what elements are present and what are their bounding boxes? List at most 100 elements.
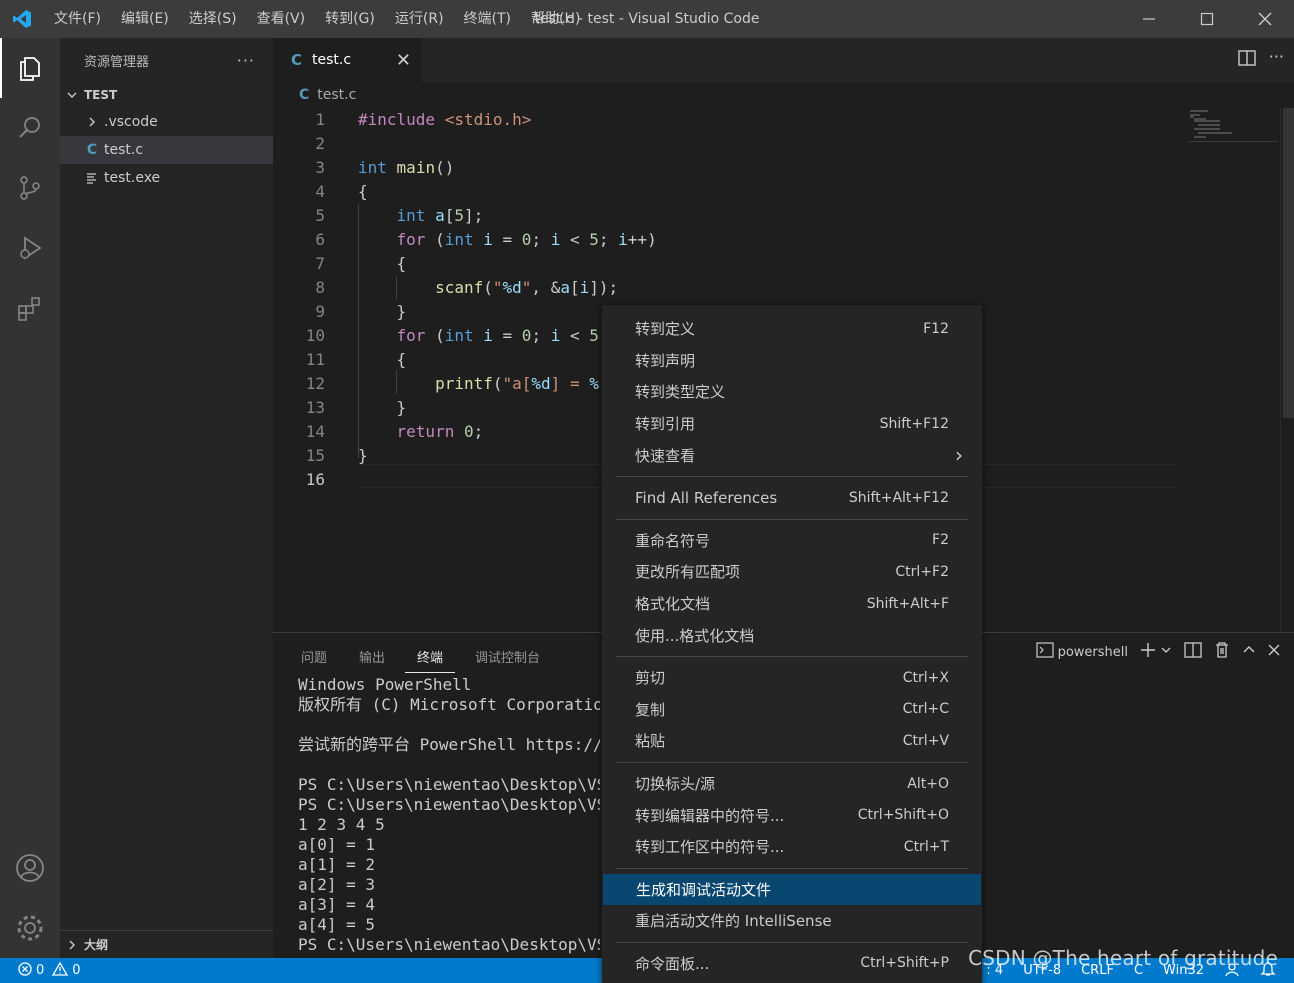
context-menu-item[interactable]: 剪切 Ctrl+X (602, 662, 982, 694)
tree-item-label: test.exe (104, 170, 161, 186)
context-menu-item[interactable]: 切换标头/源 Alt+O (602, 768, 982, 800)
line-number: 7 (315, 254, 325, 273)
menu-item[interactable]: 转到(G) (315, 0, 385, 38)
terminal-line: 1 2 3 4 5 (298, 815, 385, 834)
menu-item-shortcut: Ctrl+V (902, 732, 949, 749)
context-menu-item[interactable]: 重命名符号 F2 (602, 525, 982, 557)
chevron-down-icon[interactable] (1160, 644, 1172, 660)
terminal-line: a[3] = 4 (298, 895, 376, 914)
add-terminal-icon[interactable] (1140, 642, 1156, 662)
tree-item-vscode[interactable]: .vscode (60, 108, 273, 136)
close-tab-icon[interactable]: ✕ (396, 50, 411, 71)
context-menu-item[interactable]: 快速查看 › (602, 439, 982, 471)
menu-item[interactable]: 运行(R) (385, 0, 454, 38)
context-menu-item[interactable]: 转到引用 Shift+F12 (602, 408, 982, 440)
terminal-line: PS C:\Users\niewentao\Desktop\VScc (298, 775, 600, 794)
minimize-button[interactable] (1120, 0, 1178, 38)
menu-separator (616, 518, 968, 520)
scrollbar-thumb[interactable] (1283, 108, 1294, 418)
chevron-right-icon (82, 116, 102, 128)
chevron-up-icon[interactable] (1242, 643, 1256, 661)
tab-problems[interactable]: 问题 (289, 641, 339, 673)
close-window-button[interactable] (1236, 0, 1294, 38)
menu-item-label: 快速查看 (635, 446, 696, 465)
context-menu-item[interactable]: 复制 Ctrl+C (602, 694, 982, 726)
editor-actions: ··· (1237, 48, 1284, 72)
context-menu-item[interactable]: 转到定义 F12 (602, 313, 982, 345)
c-file-icon: C (291, 51, 303, 69)
split-editor-icon[interactable] (1237, 48, 1257, 72)
context-menu-item[interactable]: Find All References Shift+Alt+F12 (602, 482, 982, 514)
sidebar-header: 资源管理器 ··· (60, 38, 273, 82)
breadcrumb-file[interactable]: test.c (317, 87, 356, 103)
activity-bar (0, 38, 60, 958)
context-menu-item[interactable]: 转到编辑器中的符号... Ctrl+Shift+O (602, 799, 982, 831)
tab-label: test.c (312, 52, 352, 68)
context-menu-item[interactable]: 生成和调试活动文件 (603, 873, 981, 906)
explorer-icon[interactable] (0, 38, 60, 98)
menu-item[interactable]: 查看(V) (247, 0, 316, 38)
context-menu-item[interactable]: 转到工作区中的符号... Ctrl+T (602, 831, 982, 863)
more-actions-icon[interactable]: ··· (237, 51, 255, 70)
workspace-section[interactable]: TEST (60, 82, 273, 108)
tree-item-test-c[interactable]: C test.c (60, 136, 273, 164)
menu-item-label: 转到引用 (635, 415, 696, 434)
warning-icon (52, 961, 69, 980)
source-control-icon[interactable] (0, 158, 60, 218)
menu-item-label: 复制 (635, 700, 666, 719)
context-menu-item[interactable]: 更改所有匹配项 Ctrl+F2 (602, 556, 982, 588)
c-file-icon: C (86, 142, 98, 158)
extensions-icon[interactable] (0, 278, 60, 338)
menu-bar: 文件(F) 编辑(E) 选择(S) 查看(V) 转到(G) 运行(R) 终端(T) 帮助(H) (44, 0, 590, 38)
tab-test-c[interactable]: C test.c ✕ (273, 38, 421, 82)
tree-item-test-exe[interactable]: test.exe (60, 164, 273, 192)
menu-item[interactable]: 选择(S) (179, 0, 247, 38)
tab-debug-console[interactable]: 调试控制台 (463, 641, 552, 673)
menu-item[interactable]: 帮助(H) (521, 0, 590, 38)
menu-item-shortcut: Shift+F12 (879, 415, 949, 432)
context-menu-item[interactable]: 重启活动文件的 IntelliSense (602, 905, 982, 937)
shell-name[interactable]: powershell (1058, 645, 1128, 660)
line-number: 5 (315, 206, 325, 225)
problems-status[interactable]: 0 0 (0, 961, 81, 980)
context-menu-item[interactable]: 格式化文档 Shift+Alt+F (602, 588, 982, 620)
tree-item-label: test.c (104, 142, 144, 158)
settings-gear-icon[interactable] (0, 898, 60, 958)
editor-scrollbar[interactable] (1280, 108, 1294, 632)
account-icon[interactable] (0, 838, 60, 898)
maximize-button[interactable] (1178, 0, 1236, 38)
menu-item-shortcut: Shift+Alt+F (866, 595, 949, 612)
close-panel-icon[interactable] (1268, 644, 1280, 660)
outline-label: 大纲 (84, 938, 109, 952)
tab-terminal[interactable]: 终端 (405, 641, 456, 673)
outline-section[interactable]: 大纲 (60, 930, 273, 958)
split-terminal-icon[interactable] (1184, 641, 1202, 663)
menu-item[interactable]: 编辑(E) (111, 0, 179, 38)
tab-output[interactable]: 输出 (347, 641, 397, 673)
trash-icon[interactable] (1214, 641, 1230, 663)
context-menu-item[interactable]: 转到类型定义 (602, 376, 982, 408)
terminal-output[interactable]: Windows PowerShell 版权所有 (C) Microsoft Cor… (298, 675, 600, 955)
terminal-line: 尝试新的跨平台 PowerShell https:// (298, 735, 600, 754)
file-lines-icon (82, 172, 102, 184)
context-menu-item[interactable]: 使用...格式化文档 (602, 619, 982, 651)
error-icon (18, 961, 32, 980)
warning-count: 0 (72, 963, 81, 978)
menu-item[interactable]: 终端(T) (454, 0, 521, 38)
context-menu-item[interactable]: 粘贴 Ctrl+V (602, 725, 982, 757)
menu-item-shortcut: Alt+O (907, 775, 949, 792)
terminal-line: a[4] = 5 (298, 915, 376, 934)
context-menu-item[interactable]: 转到声明 (602, 345, 982, 377)
chevron-down-icon (66, 89, 84, 101)
run-debug-icon[interactable] (0, 218, 60, 278)
line-number: 4 (315, 182, 325, 201)
search-icon[interactable] (0, 98, 60, 158)
explorer-sidebar: 资源管理器 ··· TEST .vscode C test.c test.exe… (60, 38, 273, 958)
context-menu-item[interactable]: 命令面板... Ctrl+Shift+P (602, 948, 982, 980)
menu-item[interactable]: 文件(F) (44, 0, 111, 38)
minimap[interactable] (1188, 108, 1278, 142)
workspace-name: TEST (84, 88, 118, 102)
menu-item-label: 转到定义 (635, 320, 696, 339)
more-actions-icon[interactable]: ··· (1269, 48, 1284, 72)
line-number: 12 (305, 374, 325, 393)
